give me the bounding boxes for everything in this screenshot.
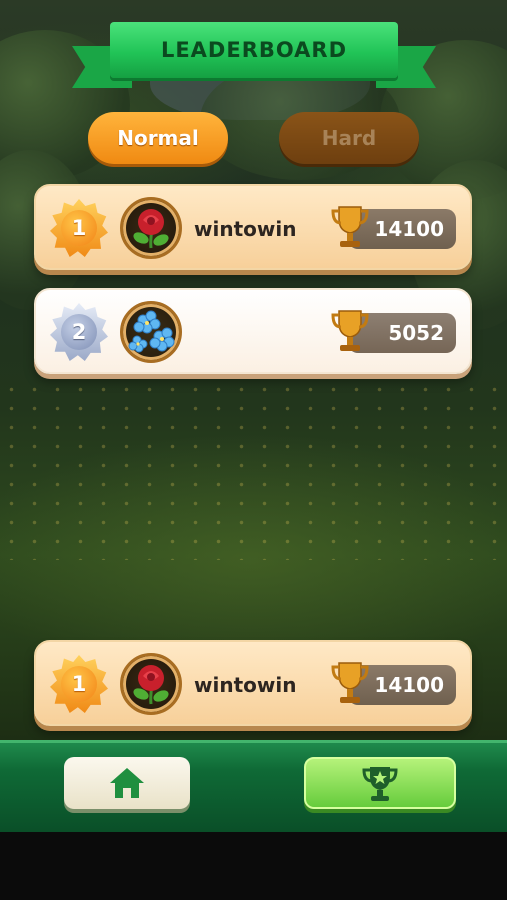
player-name: wintowin (194, 673, 297, 697)
tab-normal[interactable]: Normal (88, 112, 228, 164)
score-box: 14100 (331, 662, 456, 705)
home-button[interactable] (64, 757, 190, 809)
blue-forget-me-not-icon (120, 301, 182, 363)
trophy-icon (331, 662, 369, 703)
score-value: 14100 (374, 673, 444, 697)
tab-hard[interactable]: Hard (279, 112, 419, 164)
leaderboard-button[interactable] (304, 757, 456, 809)
current-player-row: 1 wintowin 14100 (34, 640, 472, 726)
silver-medal-icon: 2 (50, 303, 108, 361)
ribbon: LEADERBOARD (110, 22, 398, 78)
page-title: LEADERBOARD (160, 38, 348, 62)
system-bar (0, 832, 507, 900)
leaderboard-row-rank-1: 1 wintowin 14100 (34, 184, 472, 270)
score-box: 5052 (331, 310, 456, 353)
red-rose-icon (120, 197, 182, 259)
leaderboard-row-rank-2: 2 5052 (34, 288, 472, 374)
gold-medal-icon: 1 (50, 655, 108, 713)
rank-number: 1 (61, 210, 97, 246)
score-value: 14100 (374, 217, 444, 241)
bottom-nav-bar (0, 740, 507, 832)
gold-medal-icon: 1 (50, 199, 108, 257)
trophy-icon (331, 310, 369, 351)
score-box: 14100 (331, 206, 456, 249)
rank-number: 1 (61, 666, 97, 702)
red-rose-icon (120, 653, 182, 715)
trophy-star-icon (362, 767, 398, 801)
rank-number: 2 (61, 314, 97, 350)
score-value: 5052 (388, 321, 444, 345)
home-icon (110, 768, 144, 798)
trophy-icon (331, 206, 369, 247)
leaderboard-banner: LEADERBOARD (72, 18, 436, 100)
player-name: wintowin (194, 217, 297, 241)
flower-meadow (0, 380, 507, 560)
